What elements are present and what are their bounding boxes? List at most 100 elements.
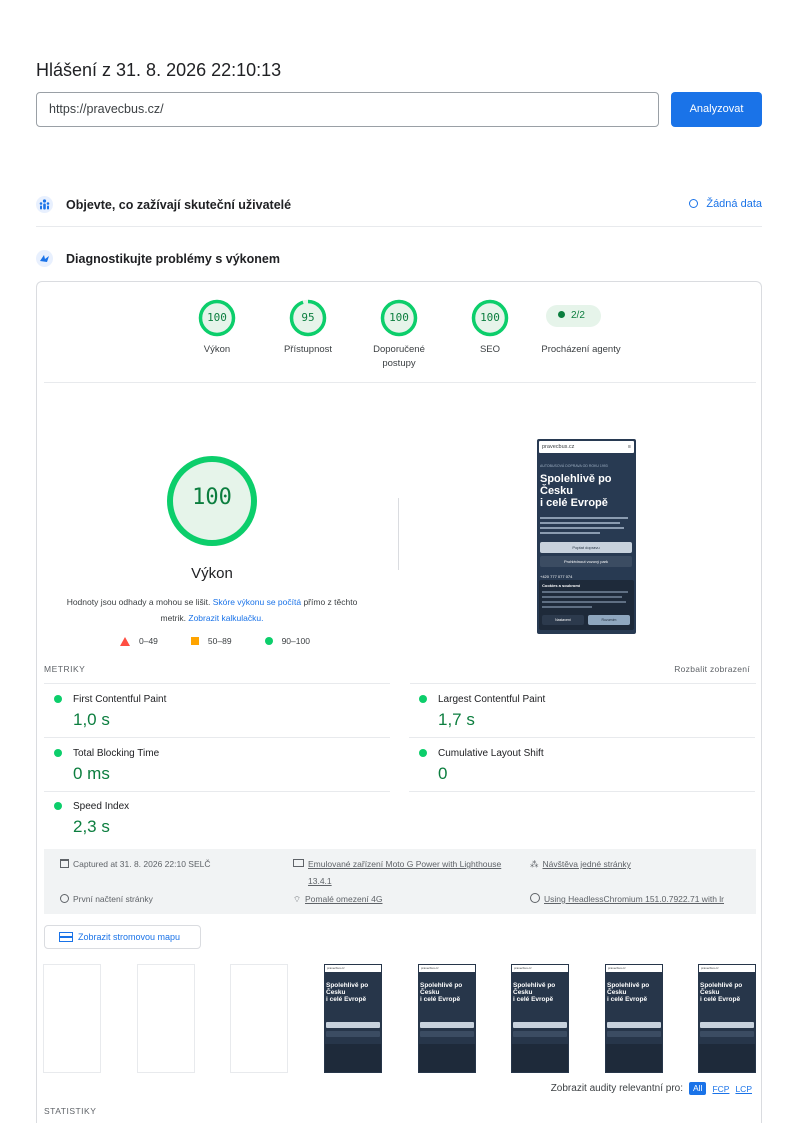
agents-pill[interactable]: 2/2 xyxy=(546,305,601,327)
pass-dot-icon xyxy=(54,749,62,757)
expand-view-toggle[interactable]: Rozbalit zobrazení xyxy=(674,664,750,674)
score-label: Doporučené postupy xyxy=(373,344,425,369)
preview-cookie-accept: Rozumím xyxy=(588,615,630,625)
report-title: Hlášení z 31. 8. 2026 22:10:13 xyxy=(36,60,282,80)
preview-site: pravecbus.cz xyxy=(542,444,575,450)
metric-name: Total Blocking Time xyxy=(73,748,160,759)
metric-divider xyxy=(44,683,390,684)
filmstrip-frame[interactable] xyxy=(137,964,195,1073)
browser-text[interactable]: Using HeadlessChromium 151.0.7922.71 wit… xyxy=(544,894,724,904)
first-load-text: První načtení stránky xyxy=(73,894,153,904)
frame-button xyxy=(513,1031,567,1037)
gauges-divider xyxy=(44,382,756,383)
frame-heading-line: i celé Evropě xyxy=(607,996,648,1003)
frame-button xyxy=(326,1031,380,1037)
frame-heading-line: Česku xyxy=(326,989,346,996)
frame-cookie-banner xyxy=(606,1044,662,1072)
preview-text-line xyxy=(540,532,600,534)
performance-title: Výkon xyxy=(191,565,233,582)
diagnose-icon xyxy=(36,250,53,272)
frame-heading-line: Spolehlivě po xyxy=(607,982,650,989)
frame-heading-line: i celé Evropě xyxy=(420,996,461,1003)
frame-heading-line: Spolehlivě po xyxy=(326,982,369,989)
frame-url-bar: pravecbus.cz xyxy=(419,965,475,972)
frame-url-bar: pravecbus.cz xyxy=(512,965,568,972)
frame-cookie-banner xyxy=(512,1044,568,1072)
info-icon xyxy=(689,199,699,208)
frame-heading-line: i celé Evropě xyxy=(513,996,554,1003)
score-value: 100 xyxy=(480,311,500,324)
throttle-info: ⌔ Pomalé omezení 4G xyxy=(293,891,382,908)
field-data-title: Objevte, co zažívají skuteční uživatelé xyxy=(66,198,292,212)
metric-divider xyxy=(409,791,755,792)
analyze-button[interactable]: Analyzovat xyxy=(671,92,762,127)
filmstrip-frame[interactable]: pravecbus.cz Spolehlivě po Česku i celé Evr… xyxy=(605,964,663,1073)
preview-url-bar: pravecbus.cz ≡ xyxy=(539,441,634,453)
frame-button xyxy=(700,1022,754,1028)
nodes-icon: ⁂ xyxy=(530,859,539,869)
frame-button xyxy=(607,1022,661,1028)
metric-divider xyxy=(410,683,756,684)
url-input[interactable]: https://pravecbus.cz/ xyxy=(36,92,659,127)
field-data-icon xyxy=(36,196,53,218)
preview-cookie-settings: Nastavení xyxy=(542,615,584,625)
metric-name: First Contentful Paint xyxy=(73,694,167,705)
no-data-link[interactable]: Žádná data xyxy=(689,198,762,210)
filmstrip-frame[interactable]: pravecbus.cz Spolehlivě po Česku i celé Evr… xyxy=(698,964,756,1073)
timer-icon xyxy=(60,894,69,903)
device-text-2[interactable]: 13.4.1 xyxy=(308,876,332,886)
preview-text-line xyxy=(540,517,628,519)
throttle-text[interactable]: Pomalé omezení 4G xyxy=(305,894,382,904)
visit-text[interactable]: Návštěva jedné stránky xyxy=(543,859,631,869)
metric-value: 2,3 s xyxy=(73,817,110,836)
preview-button-2: Prohlédnout vozový park xyxy=(540,556,632,567)
treemap-label: Zobrazit stromovou mapu xyxy=(78,932,181,942)
filmstrip-frame[interactable]: pravecbus.cz Spolehlivě po Česku i celé Evr… xyxy=(324,964,382,1073)
preview-cookie-title: Cookies a soukromí xyxy=(542,583,581,588)
score-legend: 0–49 50–89 90–100 xyxy=(120,636,310,646)
calendar-icon xyxy=(60,859,69,868)
legend-pass: 90–100 xyxy=(281,636,310,646)
statistics-header: STATISTIKY xyxy=(44,1106,97,1116)
metric-divider xyxy=(44,791,390,792)
visit-info: ⁂ Návštěva jedné stránky xyxy=(530,856,631,873)
filmstrip-frame[interactable]: pravecbus.cz Spolehlivě po Česku i celé Evr… xyxy=(511,964,569,1073)
frame-button xyxy=(326,1022,380,1028)
pass-dot-icon xyxy=(54,802,62,810)
preview-phone: +420 777 077 074 xyxy=(540,574,573,579)
score-value: 100 xyxy=(207,311,227,324)
score-label: Výkon xyxy=(203,344,231,355)
vertical-divider xyxy=(398,498,399,570)
frame-cookie-banner xyxy=(419,1044,475,1072)
filmstrip-frame[interactable] xyxy=(230,964,288,1073)
metrics-header: METRIKY xyxy=(44,664,86,674)
pass-dot-icon xyxy=(419,695,427,703)
filmstrip-frame[interactable]: pravecbus.cz Spolehlivě po Česku i celé Evr… xyxy=(418,964,476,1073)
filter-fcp[interactable]: FCP xyxy=(712,1084,729,1094)
treemap-button[interactable]: Zobrazit stromovou mapu xyxy=(44,925,201,949)
calculator-link[interactable]: Zobrazit kalkulačku. xyxy=(188,613,263,623)
frame-heading-line: Spolehlivě po xyxy=(700,982,743,989)
preview-cookie-banner: Cookies a soukromí Nastavení Rozumím xyxy=(539,580,634,630)
menu-icon: ≡ xyxy=(627,444,631,450)
diagnose-title: Diagnostikujte problémy s výkonem xyxy=(66,252,280,266)
final-screenshot[interactable]: pravecbus.cz ≡ AUTOBUSOVÁ DOPRAVA OD ROKU… xyxy=(537,439,636,634)
metric-value: 0 ms xyxy=(73,764,110,783)
preview-heading-line-3: i celé Evropě xyxy=(540,497,608,509)
pass-dot-icon xyxy=(54,695,62,703)
score-value: 95 xyxy=(301,311,315,324)
score-calc-link[interactable]: Skóre výkonu se počítá xyxy=(213,597,301,607)
filter-all[interactable]: All xyxy=(689,1082,707,1095)
pass-dot-icon xyxy=(558,311,565,318)
frame-heading-line: Česku xyxy=(420,989,440,996)
frame-url-bar: pravecbus.cz xyxy=(325,965,381,972)
filmstrip-frame[interactable] xyxy=(43,964,101,1073)
preview-button-1: Poptat dopravu xyxy=(540,542,632,553)
frame-heading: Spolehlivě po Česku i celé Evropě xyxy=(700,982,742,1003)
frame-heading: Spolehlivě po Česku i celé Evropě xyxy=(326,982,368,1003)
filter-lcp[interactable]: LCP xyxy=(735,1084,752,1094)
captured-text: Captured at 31. 8. 2026 22:10 SELČ xyxy=(73,859,211,869)
device-text-1[interactable]: Emulované zařízení Moto G Power with Lig… xyxy=(308,859,501,869)
preview-tagline: AUTOBUSOVÁ DOPRAVA OD ROKU 1993 xyxy=(540,464,608,468)
filter-label: Zobrazit audity relevantní pro: xyxy=(550,1083,683,1094)
